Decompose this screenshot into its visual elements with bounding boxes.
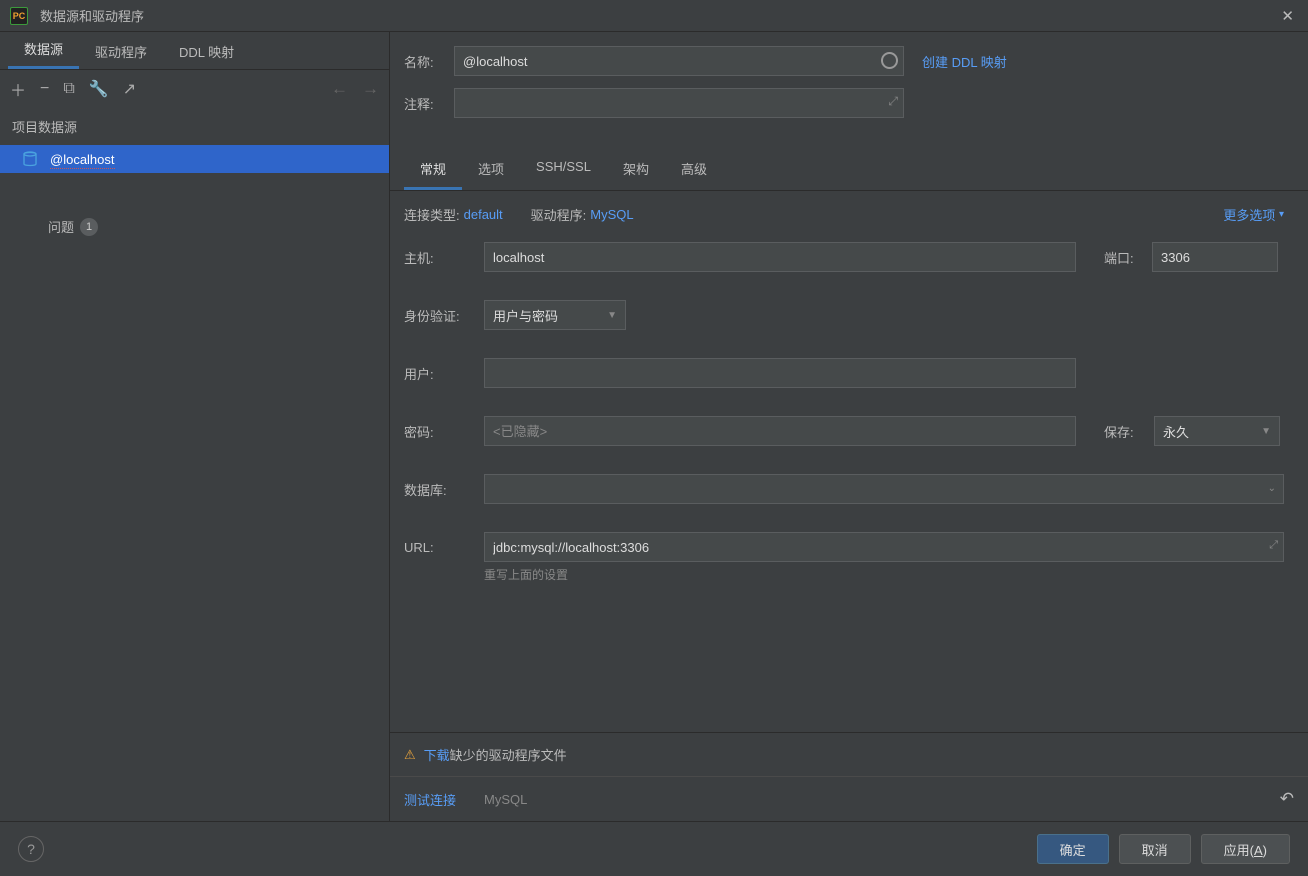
back-icon[interactable]: ← — [331, 79, 348, 99]
driver-label: 驱动程序: — [531, 205, 587, 224]
apply-button[interactable]: 应用(A) — [1201, 834, 1290, 864]
copy-icon[interactable]: ⧉ — [63, 80, 74, 98]
tab-ssh-ssl[interactable]: SSH/SSL — [520, 150, 607, 190]
save-label: 保存: — [1104, 422, 1154, 441]
url-input[interactable] — [484, 532, 1284, 562]
comment-label: 注释: — [404, 94, 454, 113]
notice-text: 缺少的驱动程序文件 — [450, 745, 567, 764]
auth-value: 用户与密码 — [493, 306, 558, 325]
problems-label: 问题 — [48, 217, 74, 236]
driver-name-text: MySQL — [484, 792, 527, 807]
download-link[interactable]: 下载 — [424, 745, 450, 764]
test-connection-link[interactable]: 测试连接 — [404, 790, 456, 809]
forward-icon[interactable]: → — [362, 79, 379, 99]
close-icon[interactable]: ✕ — [1277, 7, 1298, 25]
url-hint: 重写上面的设置 — [484, 566, 1284, 583]
driver-value[interactable]: MySQL — [590, 207, 633, 222]
name-input[interactable] — [454, 46, 904, 76]
chevron-down-icon[interactable]: ⌄ — [1268, 483, 1276, 494]
database-input[interactable] — [484, 474, 1284, 504]
connection-info-row: 连接类型: default 驱动程序: MySQL 更多选项 ▾ — [390, 191, 1308, 232]
help-icon[interactable]: ? — [18, 836, 44, 862]
driver-notice: ⚠ 下载 缺少的驱动程序文件 — [390, 732, 1308, 777]
app-icon: PC — [10, 7, 28, 25]
problems-row[interactable]: 问题 1 — [0, 217, 389, 236]
auth-label: 身份验证: — [404, 306, 484, 325]
left-tabs: 数据源 驱动程序 DDL 映射 — [0, 32, 389, 70]
color-circle-icon[interactable] — [881, 52, 898, 69]
right-panel: 名称: 创建 DDL 映射 注释: ⤢ 常规 选项 SSH/SSL 架构 高级 — [390, 32, 1308, 821]
title-bar: PC 数据源和驱动程序 ✕ — [0, 0, 1308, 32]
expand-icon[interactable]: ⤢ — [888, 94, 898, 109]
chevron-down-icon: ▼ — [1261, 426, 1271, 437]
section-project-datasources: 项目数据源 — [0, 108, 389, 145]
password-label: 密码: — [404, 422, 484, 441]
ok-button[interactable]: 确定 — [1037, 834, 1109, 864]
undo-icon[interactable]: ↶ — [1280, 789, 1294, 809]
cancel-button[interactable]: 取消 — [1119, 834, 1191, 864]
auth-dropdown[interactable]: 用户与密码 ▼ — [484, 300, 626, 330]
tab-ddl-mapping[interactable]: DDL 映射 — [163, 34, 250, 69]
user-input[interactable] — [484, 358, 1076, 388]
port-input[interactable] — [1152, 242, 1278, 272]
window-title: 数据源和驱动程序 — [40, 6, 1277, 25]
tab-drivers[interactable]: 驱动程序 — [79, 34, 163, 69]
more-options-link[interactable]: 更多选项 ▾ — [1223, 205, 1284, 224]
tab-datasource[interactable]: 数据源 — [8, 31, 79, 69]
chevron-down-icon: ▼ — [607, 310, 617, 321]
tab-general[interactable]: 常规 — [404, 150, 462, 190]
tab-schema[interactable]: 架构 — [607, 150, 665, 190]
save-value: 永久 — [1163, 422, 1189, 441]
user-label: 用户: — [404, 364, 484, 383]
conn-type-value[interactable]: default — [464, 207, 503, 222]
save-dropdown[interactable]: 永久 ▼ — [1154, 416, 1280, 446]
sub-tabs: 常规 选项 SSH/SSL 架构 高级 — [390, 150, 1308, 191]
conn-type-label: 连接类型: — [404, 205, 460, 224]
port-label: 端口: — [1104, 248, 1152, 267]
host-label: 主机: — [404, 248, 484, 267]
wrench-icon[interactable]: 🔧 — [89, 79, 109, 99]
tab-advanced[interactable]: 高级 — [665, 150, 723, 190]
create-ddl-link[interactable]: 创建 DDL 映射 — [922, 52, 1007, 71]
name-label: 名称: — [404, 52, 454, 71]
problems-count-badge: 1 — [80, 218, 98, 236]
left-toolbar: ＋ − ⧉ 🔧 ↗ ← → — [0, 70, 389, 108]
add-icon[interactable]: ＋ — [10, 77, 26, 101]
tab-options[interactable]: 选项 — [462, 150, 520, 190]
mysql-icon — [22, 151, 38, 167]
database-label: 数据库: — [404, 480, 484, 499]
password-input[interactable] — [484, 416, 1076, 446]
remove-icon[interactable]: − — [40, 80, 49, 98]
warning-icon: ⚠ — [404, 747, 416, 763]
comment-input[interactable] — [454, 88, 904, 118]
chevron-down-icon: ▾ — [1279, 209, 1284, 220]
left-panel: 数据源 驱动程序 DDL 映射 ＋ − ⧉ 🔧 ↗ ← → 项目数据源 @loc… — [0, 32, 390, 821]
url-label: URL: — [404, 540, 484, 555]
test-row: 测试连接 MySQL ↶ — [390, 777, 1308, 821]
expand-icon[interactable]: ⤢ — [1269, 539, 1278, 552]
export-icon[interactable]: ↗ — [123, 79, 136, 99]
host-input[interactable] — [484, 242, 1076, 272]
datasource-name: @localhost — [50, 152, 115, 167]
datasource-item-localhost[interactable]: @localhost — [0, 145, 389, 173]
dialog-buttons: ? 确定 取消 应用(A) — [0, 821, 1308, 876]
